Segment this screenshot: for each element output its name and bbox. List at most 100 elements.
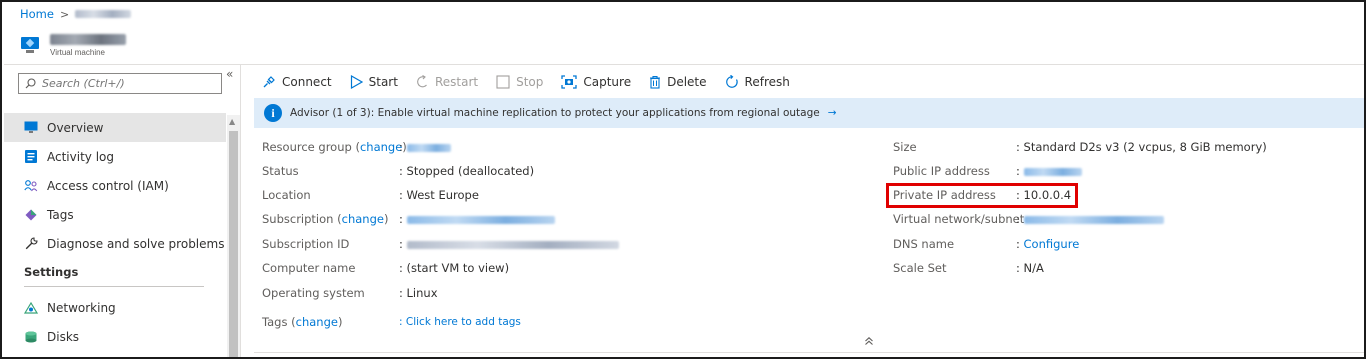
- change-subscription-link[interactable]: change: [342, 212, 384, 226]
- virtual-machine-icon: [20, 36, 40, 54]
- refresh-button[interactable]: Refresh: [725, 75, 790, 89]
- resource-group-redacted-link[interactable]: [406, 143, 451, 152]
- advisor-banner[interactable]: i Advisor (1 of 3): Enable virtual machi…: [254, 98, 1364, 128]
- property-virtual-network: Virtual network/subnet :: [893, 211, 1164, 227]
- change-resource-group-link[interactable]: change: [360, 140, 402, 154]
- property-label: Resource group (change): [262, 140, 407, 154]
- virtual-network-redacted-link[interactable]: [1023, 215, 1164, 224]
- public-ip-redacted-link[interactable]: [1023, 167, 1082, 176]
- collapse-menu-button[interactable]: «: [226, 67, 233, 81]
- delete-label: Delete: [667, 75, 707, 89]
- advisor-arrow-icon[interactable]: →: [828, 107, 837, 119]
- monitor-icon: [24, 121, 38, 135]
- menu-search[interactable]: [18, 73, 222, 94]
- sidebar-item-label: Diagnose and solve problems: [47, 236, 225, 251]
- log-icon: [24, 150, 38, 164]
- network-icon: [24, 301, 38, 315]
- sidebar-item-label: Disks: [47, 329, 80, 344]
- command-bar: Connect Start Restart Stop Capture Delet…: [262, 72, 790, 92]
- breadcrumb: Home >: [20, 6, 132, 22]
- restart-icon: [417, 75, 427, 88]
- subscription-redacted-link[interactable]: [406, 215, 555, 224]
- sidebar-item-diagnose[interactable]: Diagnose and solve problems: [4, 229, 226, 258]
- sidebar-item-label: Activity log: [47, 149, 114, 164]
- property-label: Location: [262, 188, 311, 202]
- property-label: Size: [893, 140, 917, 154]
- breadcrumb-home[interactable]: Home: [20, 7, 54, 21]
- resource-header: Virtual machine: [20, 26, 126, 64]
- property-value: :: [1016, 164, 1082, 178]
- stop-label: Stop: [516, 75, 544, 89]
- settings-divider: [24, 286, 204, 287]
- property-value: :: [1016, 212, 1164, 226]
- sidebar-item-tags[interactable]: Tags: [4, 200, 226, 229]
- resource-menu: « Overview Activity log Access control (…: [4, 65, 240, 357]
- stop-button[interactable]: Stop: [496, 75, 543, 89]
- info-icon: i: [264, 104, 282, 122]
- resource-type: Virtual machine: [50, 47, 105, 57]
- sidebar-item-activity-log[interactable]: Activity log: [4, 142, 226, 171]
- property-operating-system: Operating system : Linux: [262, 285, 438, 301]
- restart-button[interactable]: Restart: [416, 75, 478, 89]
- trash-icon: [650, 75, 661, 89]
- sidebar-item-label: Tags: [47, 207, 74, 222]
- property-label: Computer name: [262, 261, 356, 275]
- plug-icon: [263, 76, 275, 88]
- property-subscription-id: Subscription ID :: [262, 236, 619, 252]
- property-label: Subscription (change): [262, 212, 389, 226]
- sidebar-item-label: Overview: [47, 120, 104, 135]
- sidebar-item-label: Access control (IAM): [47, 178, 169, 193]
- delete-button[interactable]: Delete: [649, 75, 707, 89]
- breadcrumb-separator: >: [59, 7, 70, 21]
- search-input[interactable]: [42, 77, 212, 90]
- scroll-up-arrow-icon[interactable]: ▲: [229, 117, 235, 126]
- private-ip-highlight-box: [886, 183, 1078, 208]
- property-tags: Tags (change) : Click here to add tags: [262, 314, 521, 330]
- start-button[interactable]: Start: [350, 75, 398, 89]
- property-value: : (start VM to view): [399, 261, 510, 275]
- breadcrumb-redacted-vm-name[interactable]: [75, 10, 132, 18]
- property-value: :: [399, 212, 555, 226]
- property-label: Scale Set: [893, 261, 947, 275]
- property-label: Status: [262, 164, 299, 178]
- play-icon: [350, 75, 363, 89]
- property-value: : Standard D2s v3 (2 vcpus, 8 GiB memory…: [1016, 140, 1267, 154]
- start-label: Start: [368, 75, 398, 89]
- capture-icon: [561, 75, 578, 89]
- add-tags-link[interactable]: : Click here to add tags: [399, 316, 521, 328]
- property-label: Virtual network/subnet: [893, 212, 1025, 226]
- property-value: : Linux: [399, 286, 438, 300]
- property-value: : Configure: [1016, 237, 1080, 251]
- configure-dns-link[interactable]: Configure: [1024, 237, 1080, 251]
- capture-button[interactable]: Capture: [561, 75, 631, 89]
- subscription-id-redacted: [406, 240, 619, 249]
- scrollbar-thumb[interactable]: [229, 131, 238, 357]
- essentials-divider: [254, 352, 1364, 353]
- people-icon: [24, 179, 38, 193]
- refresh-label: Refresh: [744, 75, 790, 89]
- disks-icon: [24, 330, 38, 344]
- property-label: Public IP address: [893, 164, 990, 178]
- property-resource-group: Resource group (change) :: [262, 139, 451, 155]
- menu-list: Overview Activity log Access control (IA…: [4, 113, 226, 351]
- portal-frame: Home > Virtual machine «: [0, 0, 1366, 359]
- property-label: DNS name: [893, 237, 955, 251]
- search-icon: [25, 78, 36, 89]
- change-tags-link[interactable]: change: [296, 315, 338, 329]
- property-value: :: [399, 140, 451, 154]
- property-value: :: [399, 237, 619, 251]
- sidebar-item-overview[interactable]: Overview: [4, 113, 226, 142]
- property-status: Status : Stopped (deallocated): [262, 163, 534, 179]
- connect-button[interactable]: Connect: [262, 75, 332, 89]
- refresh-icon: [725, 75, 738, 88]
- sidebar-item-networking[interactable]: Networking: [4, 293, 226, 322]
- property-location: Location : West Europe: [262, 187, 479, 203]
- property-size: Size : Standard D2s v3 (2 vcpus, 8 GiB m…: [893, 139, 1267, 155]
- sidebar-item-access-control[interactable]: Access control (IAM): [4, 171, 226, 200]
- property-computer-name: Computer name : (start VM to view): [262, 260, 509, 276]
- menu-scrollbar[interactable]: ▲: [227, 115, 240, 357]
- stop-icon: [496, 75, 510, 89]
- sidebar-item-disks[interactable]: Disks: [4, 322, 226, 351]
- sidebar-divider: [240, 65, 241, 357]
- collapse-essentials-icon[interactable]: [864, 335, 874, 350]
